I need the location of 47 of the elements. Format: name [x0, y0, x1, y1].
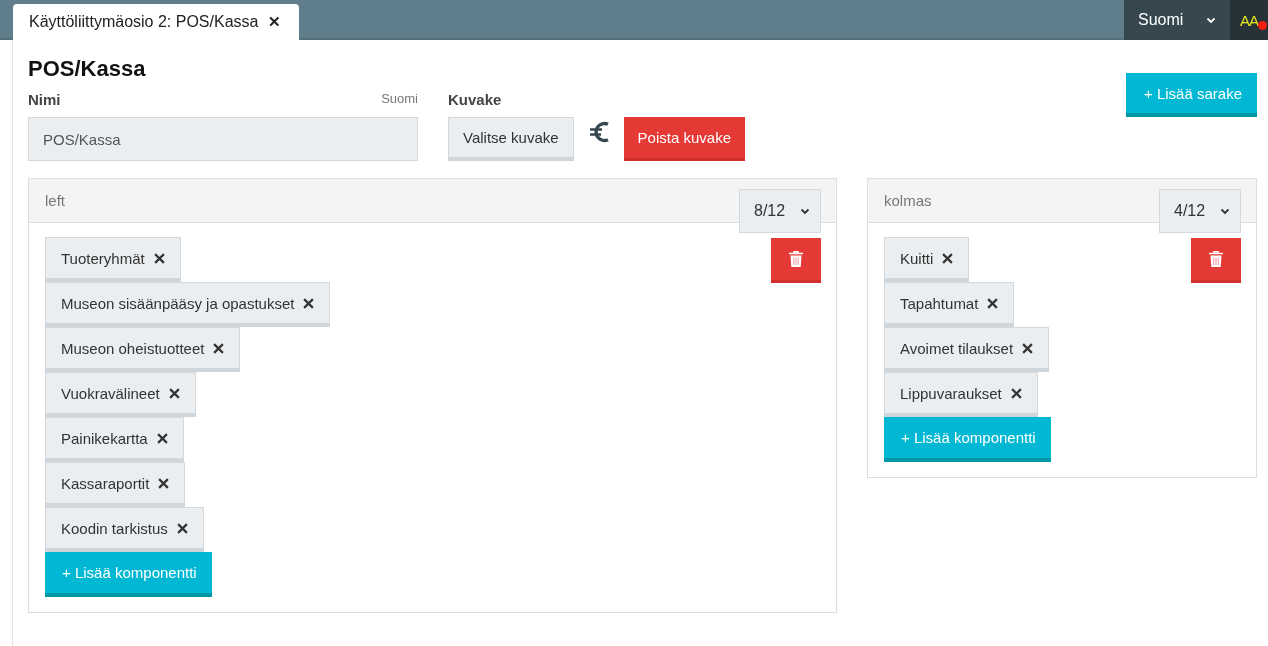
trash-icon: [789, 251, 803, 267]
user-initials: AA: [1240, 11, 1258, 29]
field-label: Kuvake: [448, 91, 502, 109]
component-chip[interactable]: Tuoteryhmät: [45, 237, 181, 282]
delete-column-button[interactable]: [771, 238, 821, 283]
close-icon[interactable]: [158, 477, 170, 489]
close-icon[interactable]: [303, 297, 315, 309]
language-label: Suomi: [381, 91, 418, 108]
chevron-down-icon: [800, 207, 810, 215]
component-chip[interactable]: Museon oheistuotteet: [45, 327, 241, 372]
remove-icon-button[interactable]: Poista kuvake: [623, 117, 745, 161]
close-icon[interactable]: [213, 342, 225, 354]
close-icon[interactable]: [1022, 342, 1034, 354]
component-chip[interactable]: Kassaraportit: [45, 462, 186, 507]
component-chip[interactable]: Avoimet tilaukset: [884, 327, 1050, 372]
choose-icon-button[interactable]: Valitse kuvake: [448, 117, 574, 161]
close-icon[interactable]: [1010, 387, 1022, 399]
close-icon[interactable]: [156, 432, 168, 444]
close-icon-text[interactable]: ✕: [268, 13, 282, 31]
close-icon[interactable]: [987, 297, 999, 309]
close-icon[interactable]: [176, 522, 188, 534]
tab[interactable]: Käyttöliittymäosio 2: POS/Kassa ✕: [13, 4, 300, 40]
component-chip[interactable]: Koodin tarkistus: [45, 507, 204, 552]
chevron-down-icon: [1220, 207, 1230, 215]
close-icon[interactable]: [153, 252, 165, 264]
column-width-dropdown[interactable]: 4/12: [1159, 189, 1241, 233]
component-chip[interactable]: Tapahtumat: [884, 282, 1015, 327]
name-input-field[interactable]: POS/Kassa: [28, 117, 418, 161]
delete-column-button[interactable]: [1191, 238, 1241, 283]
tab-label[interactable]: Käyttöliittymäosio 2: POS/Kassa: [29, 13, 259, 31]
close-icon[interactable]: [168, 387, 180, 399]
trash-icon: [1209, 251, 1223, 267]
component-chip[interactable]: Museon sisäänpääsy ja opastukset: [45, 282, 331, 327]
chevron-down-icon: [1206, 16, 1216, 24]
component-chip[interactable]: Painikekartta: [45, 417, 184, 462]
language-dropdown[interactable]: Suomi: [1124, 0, 1230, 40]
component-chip[interactable]: Kuitti: [884, 237, 970, 282]
column-name: left: [45, 192, 65, 209]
column-width-dropdown[interactable]: 8/12: [739, 189, 821, 233]
euro-icon: [589, 120, 610, 144]
component-chip[interactable]: Vuokravälineet: [45, 372, 196, 417]
close-icon[interactable]: [942, 252, 954, 264]
field-label: Nimi: [28, 91, 61, 109]
component-chip[interactable]: Lippuvaraukset: [884, 372, 1038, 417]
page-title: POS/Kassa: [28, 56, 147, 82]
user-avatar[interactable]: AA: [1230, 0, 1268, 40]
column-name: kolmas: [884, 192, 932, 209]
